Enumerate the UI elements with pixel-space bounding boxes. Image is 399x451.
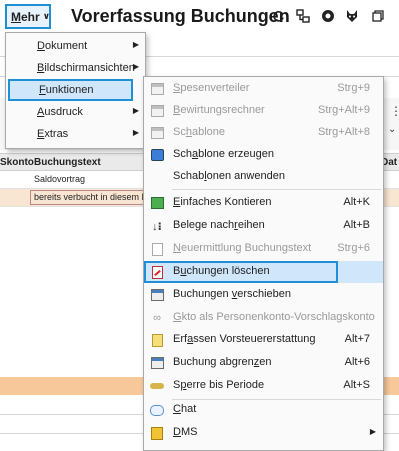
menu-label: Bewirtungsrechner xyxy=(173,104,265,116)
menu-label: Spesenverteiler xyxy=(173,82,250,94)
menu-item-sperre-bis-periode[interactable]: Sperre bis Periode Alt+S xyxy=(144,375,383,397)
menu-item-funktionen[interactable]: Funktionen xyxy=(8,79,133,101)
column-buchungstext[interactable]: Buchungstext xyxy=(34,157,101,168)
submenu-arrow-icon: ▶ xyxy=(132,62,139,71)
shortcut: Strg+Alt+8 xyxy=(318,126,370,138)
mnemonic: E xyxy=(37,128,45,140)
submenu-arrow-icon: ▶ xyxy=(132,106,139,115)
template-create-icon xyxy=(149,147,165,163)
window-icon[interactable] xyxy=(370,8,386,24)
table-icon xyxy=(149,103,165,119)
mnemonic: B xyxy=(37,62,45,74)
menu-item-belege-nachreihen[interactable]: ↓⁝ Belege nachreihen Alt+B xyxy=(144,215,383,237)
menu-label: DMS xyxy=(173,426,198,438)
shortcut: Alt+7 xyxy=(344,333,370,345)
menu-item-ausdruck[interactable]: Ausdruck ▶ xyxy=(6,101,145,123)
row-text: bereits verbucht in diesem M xyxy=(34,192,150,202)
refresh-icon[interactable] xyxy=(270,8,286,24)
help-icon[interactable] xyxy=(320,8,336,24)
menu-item-extras[interactable]: Extras ▶ xyxy=(6,123,145,145)
mehr-dropdown-menu: Dokument ▶ Bildschirmansichten ▶ Funktio… xyxy=(5,32,146,149)
menu-label: Neuermittlung Buchungstext xyxy=(173,242,312,254)
page-title: Vorerfassung Buchungen xyxy=(71,6,290,26)
collapse-icon[interactable]: ⌄ xyxy=(388,124,396,135)
org-chart-icon[interactable] xyxy=(295,8,311,24)
green-arrow-icon xyxy=(149,195,165,211)
table-icon xyxy=(149,125,165,141)
delete-document-icon xyxy=(149,264,165,280)
submenu-arrow-icon: ▶ xyxy=(369,427,376,436)
shortcut: Strg+Alt+9 xyxy=(318,104,370,116)
tax-refund-icon xyxy=(149,332,165,348)
menu-label: ildschirmansichten xyxy=(44,62,135,74)
shortcut: Strg+9 xyxy=(337,82,370,94)
shortcut: Alt+K xyxy=(343,196,370,208)
menu-item-chat[interactable]: Chat xyxy=(144,399,383,421)
menu-item-bildschirmansichten[interactable]: Bildschirmansichten ▶ xyxy=(6,57,145,79)
shortcut: Alt+B xyxy=(343,219,370,231)
submenu-arrow-icon: ▶ xyxy=(132,40,139,49)
menu-item-buchungen-loeschen[interactable]: Buchungen löschen xyxy=(144,261,383,283)
menu-item-bewirtungsrechner[interactable]: Bewirtungsrechner Strg+Alt+9 xyxy=(144,100,383,122)
menu-item-schablonen-anwenden[interactable]: Schablonen anwenden xyxy=(144,166,383,188)
menu-label: okument xyxy=(44,40,88,52)
menu-item-schablone-erzeugen[interactable]: Schablone erzeugen xyxy=(144,144,383,166)
key-icon xyxy=(149,378,165,394)
menu-item-dms[interactable]: DMS ▶ xyxy=(144,422,383,444)
menu-label: Belege nachreihen xyxy=(173,219,265,231)
menu-item-vorsteuererstattung[interactable]: Erfassen Vorsteuererstattung Alt+7 xyxy=(144,329,383,351)
menu-label: Einfaches Kontieren xyxy=(173,196,272,208)
shortcut: Strg+6 xyxy=(337,242,370,254)
column-skonto[interactable]: Skonto xyxy=(0,157,34,168)
table-icon xyxy=(149,81,165,97)
binoculars-icon: ∞ xyxy=(153,312,161,324)
menu-item-neuermittlung-buchungstext[interactable]: Neuermittlung Buchungstext Strg+6 xyxy=(144,238,383,260)
menu-label: Schablonen anwenden xyxy=(173,170,285,182)
rabbit-icon[interactable] xyxy=(344,8,360,24)
menu-item-buchung-abgrenzen[interactable]: Buchung abgrenzen Alt+6 xyxy=(144,352,383,374)
table-icon xyxy=(149,355,165,371)
menu-item-spesenverteiler[interactable]: Spesenverteiler Strg+9 xyxy=(144,78,383,100)
menu-label: Buchungen verschieben xyxy=(173,288,292,300)
funktionen-submenu: Spesenverteiler Strg+9 Bewirtungsrechner… xyxy=(143,76,384,451)
dms-icon xyxy=(149,425,165,441)
menu-label: Schablone xyxy=(173,126,226,138)
menu-label: xtras xyxy=(44,128,69,140)
row-text: Saldovortrag xyxy=(34,174,86,184)
menu-label: Erfassen Vorsteuererstattung xyxy=(173,333,316,345)
mnemonic: A xyxy=(37,106,45,118)
chevron-down-icon: ∨ xyxy=(42,11,50,21)
document-icon xyxy=(149,241,165,257)
menu-label: Schablone erzeugen xyxy=(173,148,274,160)
submenu-arrow-icon: ▶ xyxy=(132,128,139,137)
menu-label: Sperre bis Periode xyxy=(173,379,265,391)
menu-label: Buchungen löschen xyxy=(173,265,270,277)
chat-icon xyxy=(149,402,165,418)
menu-item-gkto-personenkonto[interactable]: ∞ Gkto als Personenkonto-Vorschlagskonto xyxy=(144,307,383,329)
app-window: Mehr ∨ Vorerfassung Buchungen ⋮ ⌄ Skonto… xyxy=(0,0,399,451)
mnemonic: F xyxy=(39,84,46,96)
shortcut: Alt+S xyxy=(343,379,370,391)
menu-item-einfaches-kontieren[interactable]: Einfaches Kontieren Alt+K xyxy=(144,192,383,214)
menu-item-schablone[interactable]: Schablone Strg+Alt+8 xyxy=(144,122,383,144)
menu-item-buchungen-verschieben[interactable]: Buchungen verschieben xyxy=(144,284,383,306)
mehr-menu-button[interactable]: Mehr ∨ xyxy=(5,4,51,29)
menu-separator xyxy=(172,189,381,190)
toolbar: Mehr ∨ Vorerfassung Buchungen xyxy=(0,0,399,32)
shortcut: Alt+6 xyxy=(344,356,370,368)
mehr-mnemonic: M xyxy=(11,9,21,24)
menu-label: Buchung abgrenzen xyxy=(173,356,272,368)
mehr-label: ehr xyxy=(21,9,40,24)
menu-label: Chat xyxy=(173,403,197,415)
table-icon xyxy=(149,287,165,303)
menu-label: Gkto als Personenkonto-Vorschlagskonto xyxy=(173,311,375,323)
menu-label: usdruck xyxy=(44,106,83,118)
menu-label: unktionen xyxy=(45,84,94,96)
more-options-icon[interactable]: ⋮ xyxy=(390,104,399,118)
mnemonic: D xyxy=(37,40,45,52)
menu-item-dokument[interactable]: Dokument ▶ xyxy=(6,35,145,57)
sort-icon: ↓⁝ xyxy=(152,220,162,233)
